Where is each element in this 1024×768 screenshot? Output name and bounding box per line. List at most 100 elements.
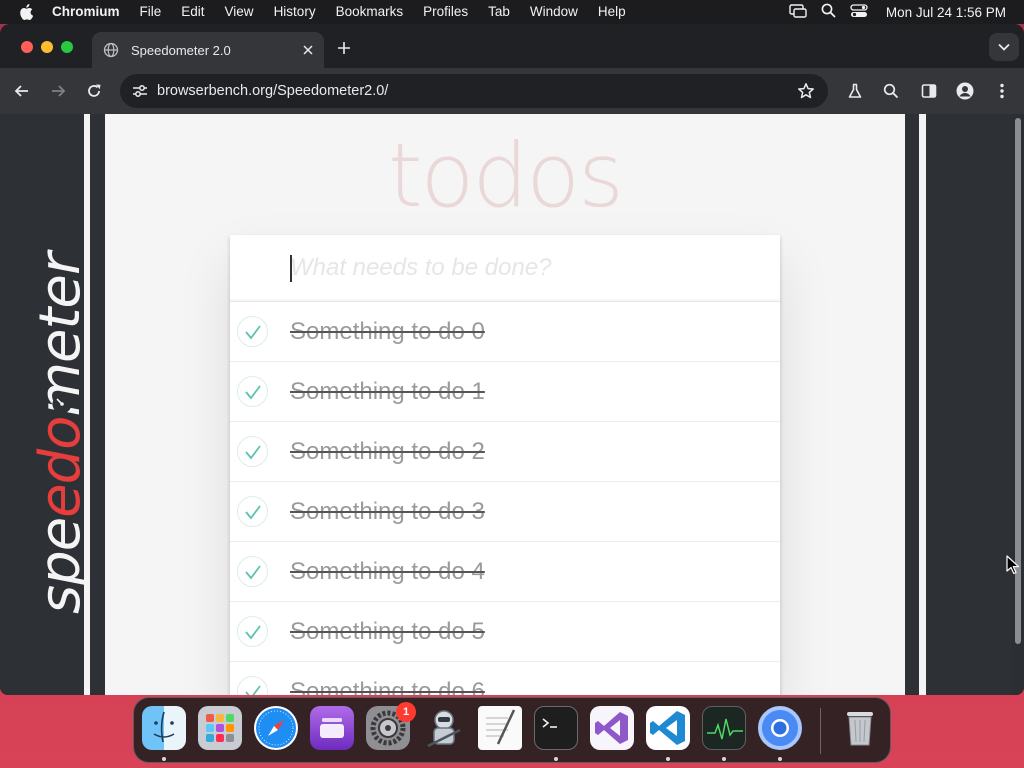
todo-label[interactable]: Something to do 1	[290, 378, 485, 406]
todo-label[interactable]: Something to do 2	[290, 438, 485, 466]
todo-item[interactable]: Something to do 2	[230, 422, 780, 482]
site-settings-icon[interactable]	[130, 81, 150, 101]
mouse-cursor-icon	[1006, 555, 1020, 575]
status-area: Mon Jul 24 1:56 PM	[789, 0, 1006, 24]
menu-bar: Chromium File Edit View History Bookmark…	[0, 0, 1024, 24]
menu-tab[interactable]: Tab	[478, 0, 520, 24]
menu-bookmarks[interactable]: Bookmarks	[326, 0, 414, 24]
window-minimize-button[interactable]	[41, 41, 53, 53]
todo-item[interactable]: Something to do 3	[230, 482, 780, 542]
menu-view[interactable]: View	[215, 0, 264, 24]
todo-label[interactable]: Something to do 6	[290, 678, 485, 695]
url-text[interactable]: browserbench.org/Speedometer2.0/	[157, 83, 794, 99]
tab-title: Speedometer 2.0	[131, 42, 231, 58]
notification-badge: 1	[396, 702, 416, 722]
menu-help[interactable]: Help	[588, 0, 636, 24]
browser-menu-button[interactable]	[990, 79, 1014, 103]
todo-label[interactable]: Something to do 0	[290, 318, 485, 346]
todo-toggle-checked[interactable]	[237, 436, 268, 467]
globe-icon	[103, 42, 119, 58]
reload-icon	[88, 84, 101, 97]
automator-icon[interactable]	[422, 706, 466, 750]
tab-close-icon[interactable]	[296, 38, 320, 62]
visual-studio-icon[interactable]	[590, 706, 634, 750]
todo-item[interactable]: Something to do 5	[230, 602, 780, 662]
apple-menu-icon[interactable]	[0, 4, 52, 20]
running-indicator	[778, 757, 782, 761]
speedometer-right-panel	[926, 114, 1024, 695]
textedit-icon[interactable]	[478, 706, 522, 750]
tab-speedometer[interactable]: Speedometer 2.0	[92, 32, 324, 68]
back-button[interactable]	[10, 79, 34, 103]
window-zoom-button[interactable]	[61, 41, 73, 53]
profile-button[interactable]	[953, 79, 977, 103]
terminal-icon[interactable]	[534, 706, 578, 750]
activity-monitor-icon[interactable]	[702, 706, 746, 750]
running-indicator	[666, 757, 670, 761]
safari-icon[interactable]	[254, 706, 298, 750]
window-close-button[interactable]	[21, 41, 33, 53]
todo-item[interactable]: Something to do 0	[230, 302, 780, 362]
address-bar[interactable]: browserbench.org/Speedometer2.0/	[120, 74, 828, 108]
running-indicator	[722, 757, 726, 761]
page-viewport: speedometer todos S	[0, 114, 1024, 695]
launchpad-icon[interactable]	[198, 706, 242, 750]
chromium-icon[interactable]	[758, 706, 802, 750]
flask-icon	[848, 83, 862, 98]
menu-file[interactable]: File	[130, 0, 172, 24]
bookmark-star-icon[interactable]	[794, 79, 818, 103]
menu-window[interactable]: Window	[520, 0, 588, 24]
labs-button[interactable]	[843, 79, 867, 103]
todo-toggle-checked[interactable]	[237, 616, 268, 647]
todo-label[interactable]: Something to do 5	[290, 618, 485, 646]
todo-toggle-checked[interactable]	[237, 676, 268, 695]
todo-item[interactable]: Something to do 4	[230, 542, 780, 602]
running-indicator	[554, 757, 558, 761]
side-panel-button[interactable]	[917, 79, 941, 103]
todo-toggle-checked[interactable]	[237, 376, 268, 407]
browser-toolbar: browserbench.org/Speedometer2.0/	[0, 68, 1024, 114]
logo-text-speed: spe	[28, 518, 93, 614]
new-tab-button[interactable]	[332, 36, 356, 60]
tab-search-button[interactable]	[989, 33, 1019, 61]
todo-toggle-checked[interactable]	[237, 316, 268, 347]
kebab-menu-icon	[1000, 83, 1004, 99]
screen-mirroring-icon[interactable]	[789, 3, 807, 21]
todo-toggle-checked[interactable]	[237, 556, 268, 587]
reload-button[interactable]	[82, 79, 106, 103]
new-todo-input[interactable]	[230, 235, 780, 301]
menu-profiles[interactable]: Profiles	[413, 0, 478, 24]
speedometer-gauge-icon	[52, 394, 72, 414]
menu-history[interactable]: History	[264, 0, 326, 24]
side-panel-icon	[921, 84, 937, 98]
page-scrollbar[interactable]	[1012, 114, 1024, 695]
forward-button[interactable]	[46, 79, 70, 103]
spotlight-search-icon[interactable]	[821, 3, 836, 21]
finder-icon[interactable]	[142, 706, 186, 750]
todo-label[interactable]: Something to do 4	[290, 558, 485, 586]
trash-icon[interactable]	[838, 706, 882, 750]
menu-app-name[interactable]: Chromium	[52, 0, 130, 24]
checkmark-icon	[244, 684, 261, 695]
menubar-clock[interactable]: Mon Jul 24 1:56 PM	[886, 5, 1006, 20]
vscode-icon[interactable]	[646, 706, 690, 750]
checkmark-icon	[244, 504, 261, 519]
chevron-down-icon	[998, 43, 1010, 51]
todo-label[interactable]: Something to do 3	[290, 498, 485, 526]
text-caret	[290, 255, 292, 282]
avatar-icon	[956, 82, 974, 100]
todo-item[interactable]: Something to do 6	[230, 662, 780, 695]
frame-border-left	[90, 114, 105, 695]
checkmark-icon	[244, 324, 261, 339]
search-icon	[883, 83, 899, 99]
checkmark-icon	[244, 564, 261, 579]
podcasts-icon[interactable]	[310, 706, 354, 750]
arrow-right-icon	[52, 85, 66, 97]
menu-edit[interactable]: Edit	[171, 0, 214, 24]
todomvc-frame: todos Something to do 0 Something to do …	[105, 114, 905, 695]
todo-item[interactable]: Something to do 1	[230, 362, 780, 422]
control-center-icon[interactable]	[850, 3, 868, 21]
todo-toggle-checked[interactable]	[237, 496, 268, 527]
find-button[interactable]	[879, 79, 903, 103]
divider	[919, 114, 926, 695]
